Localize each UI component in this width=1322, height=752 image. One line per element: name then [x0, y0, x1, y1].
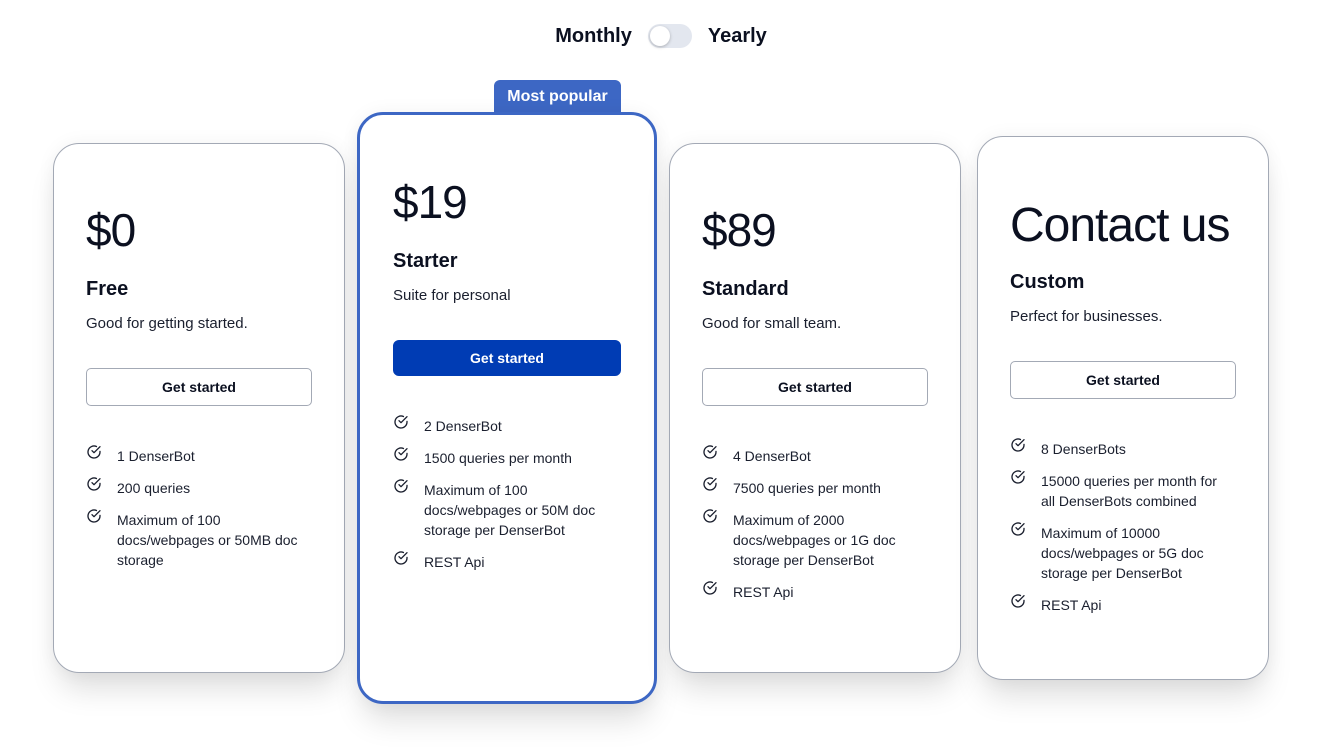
plan-price: $89	[702, 204, 777, 256]
check-circle-icon	[393, 446, 409, 462]
feature-text: 200 queries	[117, 480, 191, 496]
plan-price: Contact us	[1010, 199, 1230, 252]
plan-price: $19	[393, 176, 468, 228]
feature-item: REST Api	[393, 550, 613, 572]
feature-item: Maximum of 2000 docs/webpages or 1G doc …	[702, 508, 902, 570]
feature-text: Maximum of 10000 docs/webpages or 5G doc…	[1041, 525, 1204, 581]
feature-text: 15000 queries per month for all DenserBo…	[1041, 473, 1217, 509]
feature-list: 4 DenserBot 7500 queries per month Maxim…	[702, 444, 902, 614]
check-circle-icon	[702, 580, 718, 596]
plan-name: Free	[86, 278, 129, 300]
feature-item: 1500 queries per month	[393, 446, 613, 468]
feature-list: 2 DenserBot 1500 queries per month Maxim…	[393, 414, 613, 584]
check-circle-icon	[86, 444, 102, 460]
check-circle-icon	[702, 508, 718, 524]
check-circle-icon	[86, 476, 102, 492]
check-circle-icon	[1010, 593, 1026, 609]
plan-description: Good for getting started.	[86, 315, 248, 332]
feature-text: REST Api	[733, 584, 794, 600]
check-circle-icon	[702, 476, 718, 492]
plan-name: Starter	[393, 250, 458, 272]
billing-period-toggle: Monthly Yearly	[0, 24, 1322, 48]
feature-item: REST Api	[1010, 593, 1220, 615]
check-circle-icon	[86, 508, 102, 524]
feature-text: Maximum of 100 docs/webpages or 50M doc …	[424, 482, 596, 538]
feature-item: REST Api	[702, 580, 902, 602]
feature-item: 15000 queries per month for all DenserBo…	[1010, 469, 1220, 511]
get-started-button-custom[interactable]: Get started	[1010, 361, 1236, 399]
feature-item: Maximum of 10000 docs/webpages or 5G doc…	[1010, 521, 1220, 583]
check-circle-icon	[1010, 521, 1026, 537]
plan-price: $0	[86, 204, 136, 256]
check-circle-icon	[393, 550, 409, 566]
get-started-button-starter[interactable]: Get started	[393, 340, 621, 376]
feature-text: 2 DenserBot	[424, 418, 502, 434]
feature-item: Maximum of 100 docs/webpages or 50M doc …	[393, 478, 613, 540]
monthly-label[interactable]: Monthly	[555, 25, 632, 48]
feature-list: 1 DenserBot 200 queries Maximum of 100 d…	[86, 444, 306, 582]
plan-name: Custom	[1010, 271, 1085, 293]
check-circle-icon	[702, 444, 718, 460]
plan-description: Perfect for businesses.	[1010, 308, 1163, 325]
feature-item: 2 DenserBot	[393, 414, 613, 436]
plan-description: Good for small team.	[702, 315, 842, 332]
check-circle-icon	[1010, 469, 1026, 485]
feature-text: 1 DenserBot	[117, 448, 195, 464]
feature-text: REST Api	[424, 554, 485, 570]
get-started-button-standard[interactable]: Get started	[702, 368, 928, 406]
feature-item: 4 DenserBot	[702, 444, 902, 466]
check-circle-icon	[393, 414, 409, 430]
feature-text: 1500 queries per month	[424, 450, 572, 466]
feature-text: REST Api	[1041, 597, 1102, 613]
most-popular-badge: Most popular	[494, 80, 621, 114]
check-circle-icon	[393, 478, 409, 494]
billing-switch[interactable]	[647, 24, 692, 48]
check-circle-icon	[1010, 437, 1026, 453]
feature-list: 8 DenserBots 15000 queries per month for…	[1010, 437, 1220, 627]
feature-text: 4 DenserBot	[733, 448, 811, 464]
feature-text: 7500 queries per month	[733, 480, 881, 496]
plan-name: Standard	[702, 278, 789, 300]
plan-description: Suite for personal	[393, 287, 511, 304]
feature-item: Maximum of 100 docs/webpages or 50MB doc…	[86, 508, 306, 570]
yearly-label[interactable]: Yearly	[708, 25, 767, 48]
feature-text: 8 DenserBots	[1041, 441, 1126, 457]
switch-knob	[649, 26, 670, 46]
feature-item: 200 queries	[86, 476, 306, 498]
feature-item: 1 DenserBot	[86, 444, 306, 466]
feature-text: Maximum of 100 docs/webpages or 50MB doc…	[117, 512, 298, 568]
feature-text: Maximum of 2000 docs/webpages or 1G doc …	[733, 512, 896, 568]
feature-item: 7500 queries per month	[702, 476, 902, 498]
get-started-button-free[interactable]: Get started	[86, 368, 312, 406]
feature-item: 8 DenserBots	[1010, 437, 1220, 459]
